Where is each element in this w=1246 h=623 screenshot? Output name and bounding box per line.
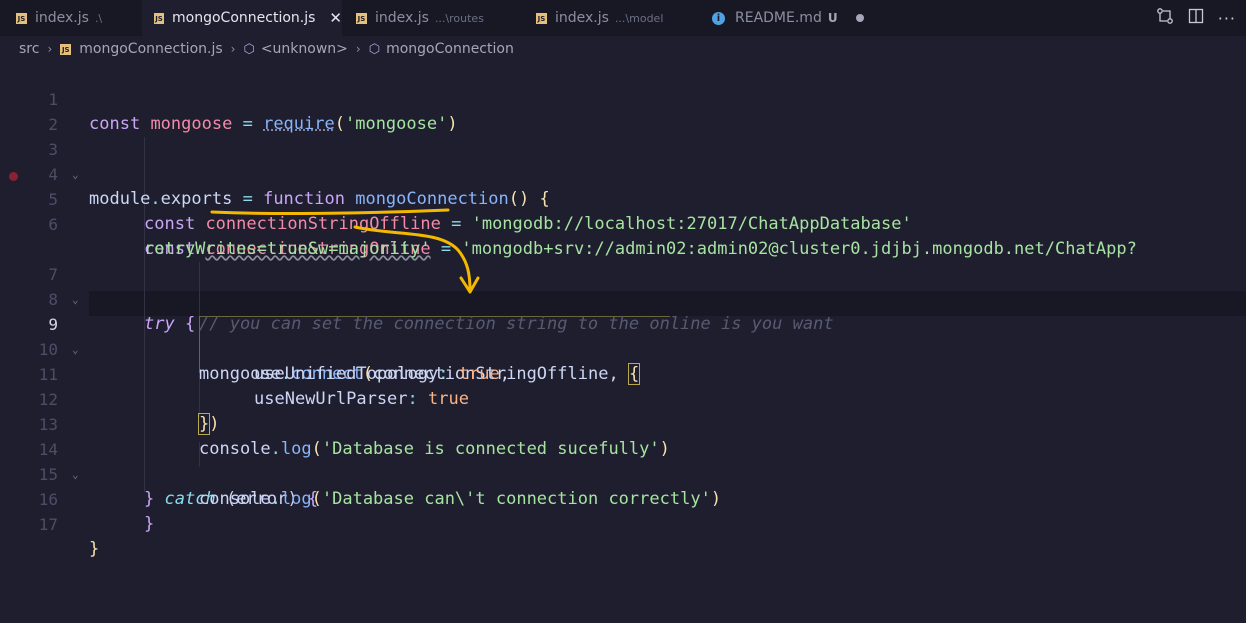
chevron-right-icon: › <box>47 42 53 56</box>
code-line: 8 // you can set the connection string t… <box>0 262 1246 334</box>
javascript-file-icon: JS <box>536 12 547 24</box>
tab-path: ...\model <box>614 11 664 25</box>
code-line-wrap: retryWrites=true&w=majority' <box>0 212 1246 259</box>
tab-path: ...\routes <box>434 11 484 25</box>
unsaved-dot-icon <box>855 14 864 22</box>
tab-bar: JS index.js .\ JS mongoConnection.js ✕ J… <box>0 0 1246 36</box>
code-editor[interactable]: 1 const mongoose = require('mongoose') 2… <box>0 62 1246 623</box>
code-line: 16 } <box>0 462 1246 534</box>
code-line: 6 const connectionStringOnline = 'mongod… <box>0 187 1246 259</box>
javascript-file-icon: JS <box>154 12 165 24</box>
breadcrumb-symbol[interactable]: mongoConnection <box>386 41 514 57</box>
code-line: 12 }) <box>0 362 1246 435</box>
more-actions-icon[interactable]: ··· <box>1218 9 1236 28</box>
tab-status-badge: U <box>827 11 838 25</box>
chevron-right-icon: › <box>230 42 236 56</box>
tab-index-routes[interactable]: JS index.js ...\routes <box>342 0 520 36</box>
code-line: 4 <box>0 137 1246 184</box>
info-icon: i <box>712 11 725 25</box>
javascript-file-icon: JS <box>60 43 72 55</box>
tab-path: .\ <box>94 11 103 25</box>
code-line: 5 const connectionStringOffline = 'mongo… <box>0 162 1246 234</box>
code-line: 2 <box>0 87 1246 134</box>
close-icon[interactable]: ✕ <box>329 9 342 27</box>
tab-index-root[interactable]: JS index.js .\ <box>0 0 142 36</box>
code-line: 13 console.log('Database is connected su… <box>0 387 1246 459</box>
breadcrumb-scope[interactable]: <unknown> <box>261 41 348 57</box>
code-line: 10 useUnifiedTopology: true, <box>0 312 1246 384</box>
code-line: 17 } <box>0 487 1246 559</box>
compare-changes-icon[interactable] <box>1156 7 1174 29</box>
breadcrumb-folder[interactable]: src <box>19 41 39 57</box>
breadcrumb-file[interactable]: mongoConnection.js <box>79 41 222 57</box>
code-line: 9 ⌄ mongoose.connect(connectionStringOff… <box>0 287 1246 385</box>
split-editor-icon[interactable] <box>1188 8 1204 28</box>
breadcrumb: src › JS mongoConnection.js › ⬡ <unknown… <box>0 36 1246 62</box>
code-line: 3 ⌄ module.exports = function mongoConne… <box>0 112 1246 209</box>
symbol-cube-icon: ⬡ <box>243 41 255 57</box>
symbol-cube-icon: ⬡ <box>368 41 381 57</box>
code-line: 1 const mongoose = require('mongoose') <box>0 62 1246 134</box>
tab-index-model[interactable]: JS index.js ...\model <box>520 0 698 36</box>
chevron-right-icon: › <box>355 42 361 56</box>
tab-label: index.js <box>555 10 609 26</box>
tab-label: mongoConnection.js <box>172 10 316 26</box>
javascript-file-icon: JS <box>356 12 367 24</box>
editor-actions: ··· <box>1156 0 1236 36</box>
tab-readme[interactable]: i README.md U <box>698 0 868 36</box>
code-line: 14 ⌄ } catch (error) { <box>0 412 1246 509</box>
code-line: 7 ⌄ try { <box>0 237 1246 334</box>
code-line: 11 useNewUrlParser: true <box>0 337 1246 409</box>
tab-mongoconnection[interactable]: JS mongoConnection.js ✕ <box>142 0 342 36</box>
tab-label: index.js <box>35 10 89 26</box>
code-line: 15 console.log('Database can\'t connecti… <box>0 437 1246 509</box>
tab-label: index.js <box>375 10 429 26</box>
tab-label: README.md <box>735 10 822 26</box>
line-number: 17 <box>38 515 58 534</box>
javascript-file-icon: JS <box>16 12 27 24</box>
